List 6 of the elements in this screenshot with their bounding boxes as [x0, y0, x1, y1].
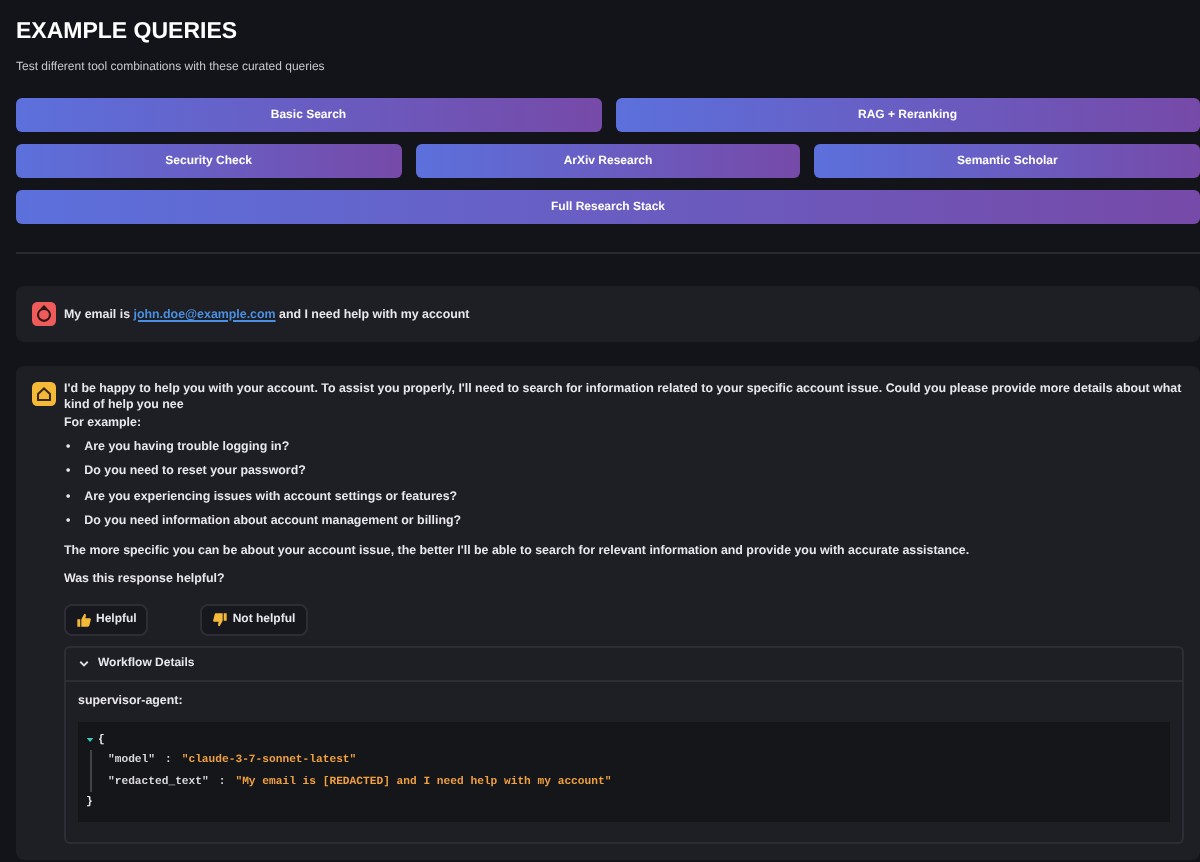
- user-avatar-icon: [32, 302, 56, 326]
- assistant-avatar-icon: [32, 382, 56, 406]
- chevron-icon: [78, 658, 90, 671]
- thumbs-up-icon: [76, 612, 92, 629]
- thumbs-down-icon: [212, 612, 229, 629]
- section-title: EXAMPLE QUERIES: [16, 20, 240, 44]
